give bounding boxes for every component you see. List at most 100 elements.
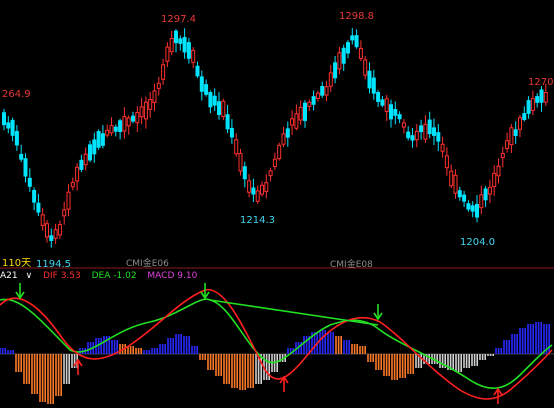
candle-body (419, 125, 424, 133)
candle-body (83, 153, 88, 166)
candle (191, 47, 196, 69)
candlestick-chart[interactable] (0, 0, 554, 264)
arrow-head (15, 291, 25, 300)
candle-body (70, 181, 75, 188)
candle-body (100, 133, 105, 146)
dea-value: DEA -1.02 (91, 271, 137, 281)
candle-body (337, 52, 342, 70)
candle-body (14, 131, 19, 146)
candle-body (341, 47, 346, 64)
candle-body (191, 49, 196, 63)
candle-body (393, 108, 398, 116)
candle-body (526, 100, 531, 114)
candle-body (535, 96, 540, 103)
candle (294, 104, 299, 131)
candle (333, 55, 338, 84)
candle (401, 119, 406, 134)
candle (36, 193, 41, 217)
candle (49, 228, 54, 248)
candle (131, 111, 135, 124)
candle (242, 161, 247, 188)
candle-body (126, 117, 131, 127)
candle-body (143, 101, 148, 120)
candle (66, 184, 71, 217)
candle-body (113, 126, 118, 132)
candle-body (62, 209, 67, 217)
price-label-low-1: 1194.5 (36, 259, 71, 270)
chevron-down-icon: ∨ (25, 271, 33, 281)
candle-body (354, 35, 359, 48)
candle-body (204, 84, 209, 95)
candle-body (260, 184, 264, 195)
arrow-head (373, 312, 383, 321)
candle (148, 91, 153, 118)
candle-body (457, 190, 462, 198)
candle-body (522, 113, 527, 120)
candle-body (135, 112, 140, 124)
dif-value: DIF 3.53 (43, 271, 81, 281)
candle (303, 100, 307, 128)
candle (57, 220, 62, 239)
candle (432, 118, 436, 146)
up-arrow-icon (73, 358, 83, 375)
dif-line (0, 289, 553, 400)
candle (436, 124, 441, 151)
candle-body (234, 139, 239, 155)
candle-body (105, 129, 110, 136)
candle (423, 115, 428, 143)
candle-body (444, 155, 449, 169)
price-label-low-2: 1214.3 (240, 215, 275, 226)
price-label-high-2: 1298.8 (339, 11, 374, 22)
candle-body (363, 59, 368, 76)
candle-body (315, 92, 320, 99)
candle-body (53, 229, 58, 239)
candle-body (380, 99, 385, 106)
candle (354, 29, 359, 49)
candle-body (414, 130, 419, 141)
candle-body (462, 194, 467, 202)
candle (462, 190, 467, 208)
candle (268, 167, 273, 182)
candle (255, 185, 260, 204)
candle-body (410, 135, 415, 141)
candle (341, 44, 346, 72)
candle (234, 133, 239, 157)
candle (178, 35, 183, 51)
candle-body (174, 30, 178, 44)
candle (470, 201, 475, 218)
candle (264, 174, 269, 199)
candle-body (27, 177, 32, 187)
up-arrow-icon (493, 387, 503, 404)
candle-body (229, 127, 234, 138)
candle-body (79, 159, 84, 170)
candle (290, 110, 295, 136)
candle (40, 208, 45, 231)
candle-body (45, 223, 49, 238)
candle (526, 96, 531, 119)
candle (212, 88, 217, 111)
candle (229, 119, 234, 144)
candle-body (208, 92, 213, 108)
candle (380, 95, 385, 108)
candle-body (290, 118, 295, 126)
indicator-name[interactable]: A21 ∨ (0, 271, 32, 281)
candle (509, 124, 514, 154)
candle-body (66, 191, 71, 210)
candle (389, 99, 393, 128)
candle-body (268, 170, 273, 177)
candle-body (367, 70, 372, 89)
candle (320, 81, 325, 98)
candle (406, 126, 411, 141)
candle-body (371, 77, 376, 94)
candle (449, 164, 454, 189)
candle-body (328, 72, 333, 87)
candle (143, 96, 148, 129)
candle (27, 168, 32, 192)
candle-body (238, 152, 243, 172)
candle (350, 28, 355, 45)
arrow-head (279, 375, 289, 384)
candle (2, 108, 6, 131)
candle (23, 153, 28, 183)
candle (505, 132, 510, 153)
period-label: 110天 (2, 258, 32, 269)
